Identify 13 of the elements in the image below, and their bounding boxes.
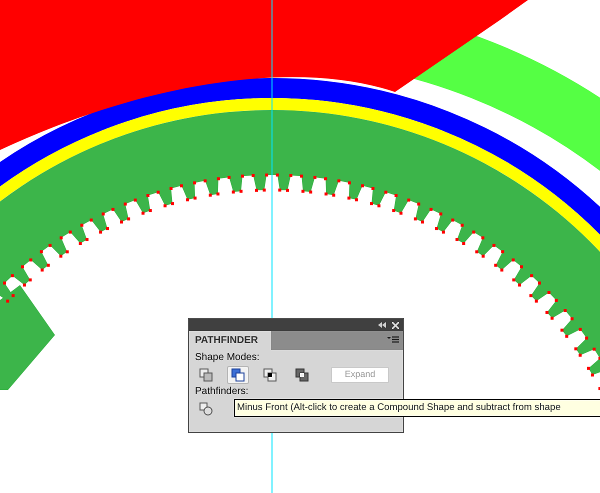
close-icon[interactable] xyxy=(392,322,399,328)
minus-front-button[interactable] xyxy=(227,366,249,384)
collapse-icon[interactable] xyxy=(378,322,386,328)
square-circle-icon xyxy=(199,402,213,416)
overlapping-squares-icon xyxy=(295,368,309,382)
overlapping-squares-icon xyxy=(199,368,213,382)
section-label: Shape Modes: xyxy=(195,352,260,364)
overlapping-squares-icon xyxy=(263,368,277,382)
tooltip: Minus Front (Alt-click to create a Compound Shape and subtract from shape xyxy=(234,399,600,417)
panel-tab[interactable]: PATHFINDER xyxy=(189,331,271,350)
menu-icon[interactable] xyxy=(387,336,399,344)
section-label: Pathfinders: xyxy=(195,386,250,398)
overlapping-squares-icon xyxy=(231,368,245,382)
